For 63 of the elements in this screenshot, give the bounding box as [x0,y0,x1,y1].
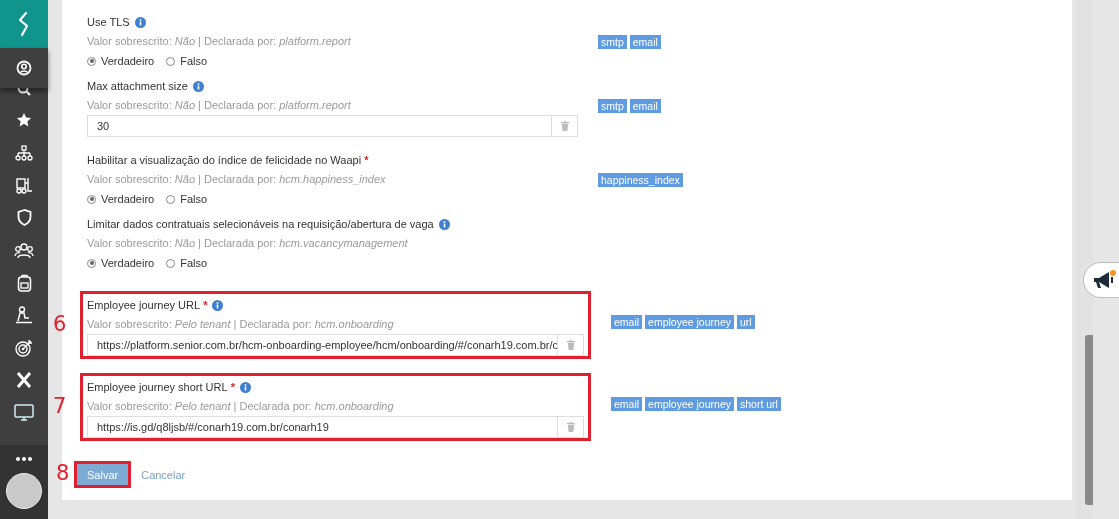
override-info: Valor sobrescrito: Não | Declarada por: platform.report [87,34,352,49]
tag: smtp [598,99,627,113]
text-field[interactable]: https://platform.senior.com.br/hcm-onboarding-employee/hcm/onboarding/#/conarh19.com.br/c [87,334,584,356]
info-icon[interactable] [212,299,224,311]
radio-option[interactable]: Verdadeiro [87,55,155,67]
radio-option[interactable]: Falso [166,257,208,269]
tag: email [629,35,661,49]
override-info: Valor sobrescrito: Não | Declarada por: hcm.vacancymanagement [87,236,409,251]
required-mark: * [364,154,369,166]
user-circle-icon[interactable] [16,60,32,76]
target-icon[interactable] [15,338,33,357]
setting-label: Limitar dados contratuais selecionáveis na requisição/abertura de vaga [87,218,434,230]
override-info: Valor sobrescrito: Pelo tenant | Declarada por: hcm.onboarding [87,317,395,332]
annotation-number: 7 [53,394,67,418]
annotation-number: 6 [53,312,67,336]
search-icon[interactable] [17,88,31,96]
backpack-icon[interactable] [16,273,32,292]
more-dots-icon[interactable] [16,457,32,461]
info-icon[interactable] [239,381,251,393]
info-icon[interactable] [438,218,450,230]
setting-label: Max attachment size [87,80,188,92]
radio-option[interactable]: Verdadeiro [87,257,155,269]
tag: short url [737,397,781,411]
setting-label: Employee journey short URL [87,381,228,393]
setting-label: Habilitar a visualização do índice de felicidade no Waapi [87,154,362,166]
logo-icon [17,11,31,37]
annotation-number: 8 [56,461,70,485]
megaphone-icon [1092,270,1116,290]
info-icon[interactable] [134,16,146,28]
org-chart-icon[interactable] [15,144,33,161]
star-icon[interactable] [16,112,32,129]
radio-option[interactable]: Verdadeiro [87,193,155,205]
radio-option[interactable]: Falso [166,55,208,67]
tag: url [737,315,755,329]
required-mark: * [230,381,235,393]
forklift-icon[interactable] [15,176,33,194]
override-info: Valor sobrescrito: Não | Declarada por: hcm.happiness_index [87,172,387,187]
scrollbar-thumb[interactable] [1085,335,1093,505]
text-field[interactable]: 30 [87,115,578,137]
tag: employee journey [645,397,734,411]
radio-option[interactable]: Falso [166,193,208,205]
tag: email [629,99,661,113]
tag: happiness_index [598,173,683,187]
scrollbar[interactable] [1075,0,1093,519]
setting-label: Employee journey URL [87,299,201,311]
avatar[interactable] [6,473,42,509]
app-logo[interactable] [0,0,48,48]
tag: email [611,315,643,329]
tag: smtp [598,35,627,49]
monitor-icon[interactable] [14,404,34,422]
announcements-button[interactable] [1083,262,1119,298]
text-field[interactable]: https://is.gd/q8ljsb/#/conarh19.com.br/conarh19 [87,416,584,438]
person-at-desk-icon[interactable] [15,306,33,325]
tag: employee journey [645,315,734,329]
info-icon[interactable] [192,80,204,92]
x-icon[interactable] [16,372,32,389]
required-mark: * [203,299,208,311]
shield-icon[interactable] [16,209,32,227]
setting-label: Use TLS [87,16,130,28]
tag: email [611,397,643,411]
override-info: Valor sobrescrito: Pelo tenant | Declarada por: hcm.onboarding [87,399,395,414]
people-group-icon[interactable] [14,241,34,259]
override-info: Valor sobrescrito: Não | Declarada por: platform.report [87,98,352,113]
